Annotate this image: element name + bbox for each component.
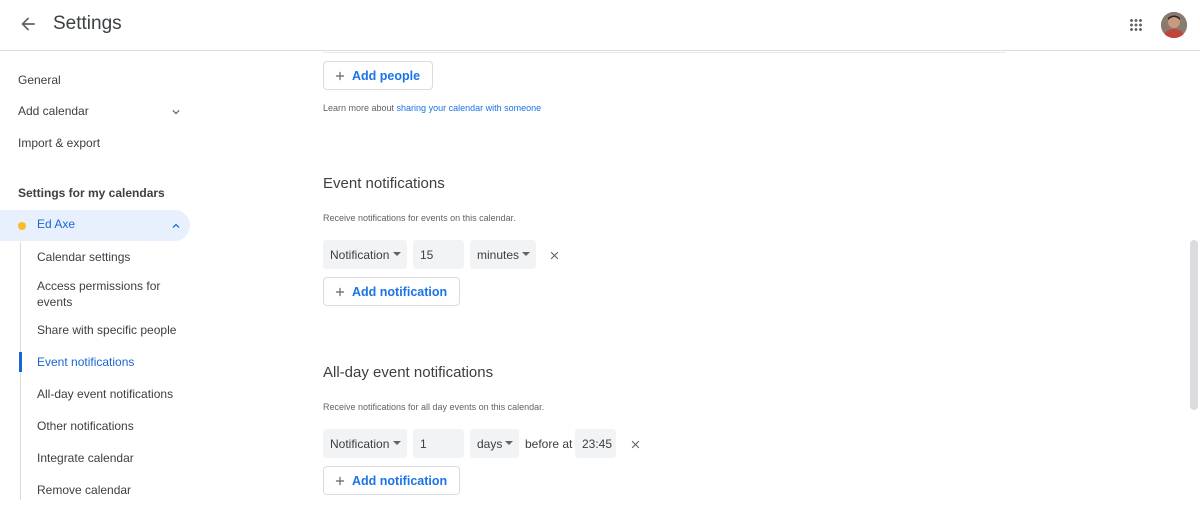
- google-apps-button[interactable]: [1123, 12, 1149, 38]
- sidebar-item-share-specific-people[interactable]: Share with specific people: [37, 322, 177, 338]
- close-icon: [550, 251, 558, 259]
- add-people-label: Add people: [352, 68, 421, 83]
- add-notification-label: Add notification: [352, 473, 448, 488]
- sidebar-item-allday-notifications[interactable]: All-day event notifications: [37, 386, 177, 402]
- allday-time-value: 23:45: [582, 436, 613, 451]
- event-method-value: Notification: [330, 247, 390, 262]
- learn-more-prefix: Learn more about: [323, 103, 397, 113]
- divider: [323, 52, 1006, 53]
- add-event-notification-button[interactable]: Add notification: [323, 277, 461, 306]
- sidebar-item-add-calendar[interactable]: Add calendar: [18, 101, 89, 121]
- expand-add-calendar-button[interactable]: [168, 104, 184, 120]
- plus-icon: [324, 278, 352, 305]
- apps-grid-icon: [1130, 19, 1142, 31]
- plus-icon: [324, 62, 352, 89]
- sidebar-item-general[interactable]: General: [18, 70, 61, 90]
- calendar-name: Ed Axe: [37, 217, 76, 231]
- chevron-down-icon: [172, 110, 180, 115]
- before-at-label: before at: [525, 437, 573, 451]
- dropdown-caret-icon: [393, 441, 401, 445]
- add-people-button[interactable]: Add people: [323, 61, 434, 90]
- dropdown-caret-icon: [505, 441, 513, 445]
- allday-notifications-title: All-day event notifications: [323, 364, 494, 381]
- plus-icon: [324, 467, 352, 494]
- event-notifications-title: Event notifications: [323, 175, 445, 192]
- allday-notifications-description: Receive notifications for all day events…: [323, 402, 545, 412]
- allday-method-value: Notification: [330, 436, 390, 451]
- event-notification-unit-select[interactable]: minutes: [470, 240, 536, 269]
- sidebar-item-calendar-settings[interactable]: Calendar settings: [37, 249, 177, 265]
- sidebar-item-event-notifications[interactable]: Event notifications: [37, 354, 177, 370]
- allday-notification-time-picker[interactable]: 23:45: [575, 429, 616, 458]
- account-avatar[interactable]: [1161, 12, 1187, 38]
- scrollbar-thumb[interactable]: [1190, 240, 1198, 410]
- remove-event-notification-button[interactable]: [545, 246, 563, 264]
- add-allday-notification-button[interactable]: Add notification: [323, 466, 461, 495]
- arrow-back-icon: [21, 17, 35, 31]
- main-scrollbar[interactable]: [1188, 52, 1200, 505]
- event-notifications-description: Receive notifications for events on this…: [323, 213, 516, 223]
- active-indicator: [19, 352, 22, 372]
- settings-main: Add people Learn more about sharing your…: [200, 52, 1188, 505]
- allday-notification-amount-input[interactable]: [413, 429, 464, 458]
- sidebar-item-other-notifications[interactable]: Other notifications: [37, 418, 177, 434]
- sharing-help-link[interactable]: sharing your calendar with someone: [397, 103, 542, 113]
- event-notification-method-select[interactable]: Notification: [323, 240, 407, 269]
- sidebar-calendar-ed-axe[interactable]: Ed Axe: [0, 210, 190, 241]
- sidebar-item-integrate-calendar[interactable]: Integrate calendar: [37, 450, 177, 466]
- dropdown-caret-icon: [522, 252, 530, 256]
- allday-notification-method-select[interactable]: Notification: [323, 429, 407, 458]
- allday-notification-unit-select[interactable]: days: [470, 429, 519, 458]
- learn-more-text: Learn more about sharing your calendar w…: [323, 103, 541, 113]
- user-photo-icon: [1161, 12, 1187, 38]
- dropdown-caret-icon: [393, 252, 401, 256]
- close-icon: [631, 440, 639, 448]
- sidebar-item-import-export[interactable]: Import & export: [18, 133, 100, 153]
- settings-sidebar: General Add calendar Import & export Set…: [0, 52, 200, 505]
- sidebar-item-access-permissions[interactable]: Access permissions for events: [37, 278, 177, 310]
- back-button[interactable]: [14, 10, 42, 38]
- sidebar-item-remove-calendar[interactable]: Remove calendar: [37, 482, 177, 498]
- add-notification-label: Add notification: [352, 284, 448, 299]
- collapse-calendar-button[interactable]: [168, 218, 184, 234]
- chevron-up-icon: [172, 223, 180, 228]
- event-unit-value: minutes: [477, 247, 520, 262]
- remove-allday-notification-button[interactable]: [626, 435, 644, 453]
- my-calendars-heading: Settings for my calendars: [18, 186, 165, 200]
- calendar-color-dot: [18, 222, 26, 230]
- allday-unit-value: days: [477, 436, 503, 451]
- event-notification-amount-input[interactable]: [413, 240, 464, 269]
- page-title: Settings: [53, 13, 122, 34]
- app-header: Settings: [0, 0, 1200, 51]
